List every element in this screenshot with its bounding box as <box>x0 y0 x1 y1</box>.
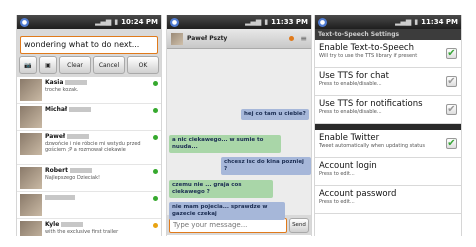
pref-title: Account password <box>319 189 397 199</box>
contact-status: dzwońcie i nie róbcie mi wstydu przed go… <box>45 141 141 153</box>
status-bar: ● ▂▄▆ ▮ 11:34 PM <box>315 15 461 29</box>
avatar <box>171 32 183 45</box>
presence-dot-icon <box>153 169 158 174</box>
presence-dot-icon <box>289 36 295 41</box>
camera-button[interactable]: 📷 <box>19 56 37 74</box>
contact-item[interactable] <box>17 192 161 219</box>
chat-messages: hej co tam u ciebie? a nic ciekawego... … <box>167 49 311 220</box>
avatar <box>20 133 42 155</box>
contact-status: Najlepszego Dzieciak! <box>45 175 101 181</box>
contact-name: Kasia <box>45 79 151 86</box>
presence-dot-icon <box>153 135 158 140</box>
pref-title: Enable Text-to-Speech <box>319 43 414 53</box>
camera-icon: 📷 <box>24 61 32 69</box>
image-icon: ▣ <box>45 61 51 69</box>
pref-summary: Press to enable/disable... <box>319 81 382 87</box>
status-input-row <box>17 29 161 55</box>
presence-dot-icon <box>153 108 158 113</box>
status-bar: ● ▂▄▆ ▮ 10:24 PM <box>17 15 161 29</box>
status-bar: ● ▂▄▆ ▮ 11:33 PM <box>167 15 311 29</box>
avatar <box>20 167 42 189</box>
menu-icon[interactable]: ≡ <box>300 34 307 43</box>
presence-dot-icon <box>153 196 158 201</box>
avatar <box>20 106 42 128</box>
avatar <box>20 79 42 101</box>
presence-dot-icon <box>153 81 158 86</box>
signal-icon: ▂▄▆ <box>95 18 112 26</box>
action-buttons: 📷 ▣ Clear Cancel OK <box>17 55 161 77</box>
presence-dot-icon <box>153 223 158 228</box>
pref-title: Use TTS for notifications <box>319 99 423 109</box>
battery-icon: ▮ <box>264 18 269 26</box>
message-bubble: czemu nie ... graja cos ciekawego ? <box>169 180 273 198</box>
contact-name <box>45 194 151 201</box>
signal-icon: ▂▄▆ <box>395 18 412 26</box>
screenshots-stage: ● ▂▄▆ ▮ 10:24 PM 📷 ▣ Clear Cancel OK Kas… <box>0 0 476 247</box>
cancel-button[interactable]: Cancel <box>93 56 125 74</box>
contact-item[interactable]: Paweł dzwońcie i nie róbcie mi wstydu pr… <box>17 131 161 165</box>
pref-summary: Press to enable/disable... <box>319 109 382 115</box>
phone-settings: ● ▂▄▆ ▮ 11:34 PM Text-to-Speech Settings… <box>314 15 462 236</box>
phone-contacts: ● ▂▄▆ ▮ 10:24 PM 📷 ▣ Clear Cancel OK Kas… <box>16 15 162 236</box>
contact-name: Kyle <box>45 221 151 228</box>
check-icon[interactable]: ✔ <box>446 138 457 149</box>
pref-tts-chat[interactable]: Use TTS for chat Press to enable/disable… <box>315 68 461 96</box>
pref-summary: Will try to use the TTS library if prese… <box>319 53 418 59</box>
ok-button[interactable]: OK <box>127 56 159 74</box>
avatar <box>20 221 42 236</box>
contact-status: with the exclusive first trailer <box>45 229 119 235</box>
avatar <box>20 194 42 216</box>
pref-summary: Press to edit... <box>319 199 355 205</box>
phone-chat: ● ▂▄▆ ▮ 11:33 PM Paweł Pszty ≡ hej co ta… <box>166 15 312 236</box>
message-bubble: chcesz isc do kina pozniej ? <box>221 157 311 175</box>
status-time: 11:34 PM <box>421 18 458 26</box>
pref-enable-twitter[interactable]: Enable Twitter Tweet automatically when … <box>315 130 461 158</box>
contact-status: troche kozak. <box>45 87 79 93</box>
status-time: 11:33 PM <box>271 18 308 26</box>
contact-name: Paweł <box>45 133 151 140</box>
message-bubble: hej co tam u ciebie? <box>241 109 309 120</box>
pref-account-login[interactable]: Account login Press to edit... <box>315 158 461 186</box>
pref-enable-tts[interactable]: Enable Text-to-Speech Will try to use th… <box>315 40 461 68</box>
message-bubble: a nic ciekawego... w sumie to nuuda... <box>169 135 281 153</box>
check-icon[interactable]: ✔ <box>446 104 457 115</box>
battery-icon: ▮ <box>414 18 419 26</box>
pref-account-password[interactable]: Account password Press to edit... <box>315 186 461 214</box>
check-icon[interactable]: ✔ <box>446 76 457 87</box>
settings-title: Text-to-Speech Settings <box>315 29 461 40</box>
message-bubble: nie mam pojecia... sprawdze w gazecie cz… <box>169 202 285 220</box>
contact-list: Kasia troche kozak. Michał Paweł dzwońci… <box>17 77 161 236</box>
battery-icon: ▮ <box>114 18 119 26</box>
pref-summary: Press to edit... <box>319 171 355 177</box>
image-button[interactable]: ▣ <box>39 56 57 74</box>
chat-header: Paweł Pszty ≡ <box>167 29 311 49</box>
app-logo-icon: ● <box>318 17 327 27</box>
pref-title: Enable Twitter <box>319 133 380 143</box>
check-icon[interactable]: ✔ <box>446 48 457 59</box>
contact-item[interactable]: Michał <box>17 104 161 131</box>
app-logo-icon: ● <box>170 17 179 27</box>
status-message-input[interactable] <box>20 35 158 54</box>
status-time: 10:24 PM <box>121 18 158 26</box>
contact-name: Michał <box>45 106 151 113</box>
pref-summary: Tweet automatically when updating status <box>319 143 426 149</box>
contact-name: Robert <box>45 167 151 174</box>
clear-button[interactable]: Clear <box>59 56 91 74</box>
send-button[interactable]: Send <box>289 217 309 233</box>
pref-title: Use TTS for chat <box>319 71 389 81</box>
app-logo-icon: ● <box>20 17 29 27</box>
contact-item[interactable]: Robert Najlepszego Dzieciak! <box>17 165 161 192</box>
contact-item[interactable]: Kasia troche kozak. <box>17 77 161 104</box>
chat-partner-name: Paweł Pszty <box>187 35 228 42</box>
pref-tts-notifications[interactable]: Use TTS for notifications Press to enabl… <box>315 96 461 124</box>
contact-item[interactable]: Kyle with the exclusive first trailer <box>17 219 161 236</box>
pref-title: Account login <box>319 161 377 171</box>
signal-icon: ▂▄▆ <box>245 18 262 26</box>
